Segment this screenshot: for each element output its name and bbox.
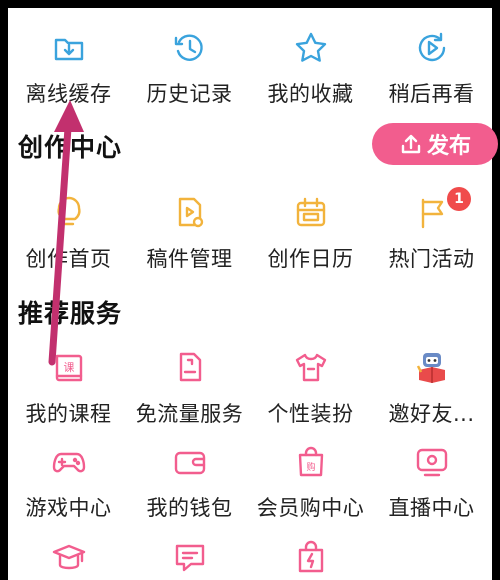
publish-label: 发布 bbox=[426, 134, 471, 159]
svg-text:购: 购 bbox=[306, 461, 315, 473]
manuscript-icon bbox=[170, 193, 210, 233]
invite-friends-item[interactable]: 邀好友... bbox=[371, 348, 492, 428]
personal-theme-label: 个性装扮 bbox=[267, 402, 354, 426]
history-label: 历史记录 bbox=[146, 82, 233, 106]
notification-badge: 1 bbox=[447, 187, 471, 211]
my-wallet-label: 我的钱包 bbox=[146, 496, 233, 520]
publish-button[interactable]: 发布 bbox=[372, 123, 498, 165]
history-clock-icon bbox=[170, 28, 210, 68]
watch-later-label: 稍后再看 bbox=[388, 82, 475, 106]
services-row-2: 游戏中心 我的钱包 购 会员购中心 直播中心 bbox=[8, 442, 492, 522]
device-frame-top bbox=[0, 0, 500, 8]
service-item-11[interactable] bbox=[250, 538, 371, 578]
favorites-label: 我的收藏 bbox=[267, 82, 354, 106]
hot-events-label: 热门活动 bbox=[388, 247, 475, 271]
live-center-item[interactable]: 直播中心 bbox=[371, 442, 492, 522]
upload-icon bbox=[401, 134, 421, 154]
watch-later-icon bbox=[412, 28, 452, 68]
creation-center-title: 创作中心 bbox=[18, 133, 123, 162]
chat-bubble-icon bbox=[170, 538, 210, 578]
offline-cache-label: 离线缓存 bbox=[25, 82, 112, 106]
tv-icon bbox=[412, 442, 452, 482]
live-center-label: 直播中心 bbox=[388, 496, 475, 520]
game-center-label: 游戏中心 bbox=[25, 496, 112, 520]
services-row-1: 课 我的课程 免流量服务 个性装扮 邀好友... bbox=[8, 348, 492, 428]
game-center-item[interactable]: 游戏中心 bbox=[8, 442, 129, 522]
creation-calendar-label: 创作日历 bbox=[267, 247, 354, 271]
gamepad-icon bbox=[49, 442, 89, 482]
offline-cache-item[interactable]: 离线缓存 bbox=[8, 28, 129, 108]
member-shop-item[interactable]: 购 会员购中心 bbox=[250, 442, 371, 522]
tshirt-icon bbox=[291, 348, 331, 388]
invite-friends-label: 邀好友... bbox=[388, 402, 475, 426]
recommended-services-title: 推荐服务 bbox=[18, 299, 123, 328]
lightbulb-icon bbox=[49, 193, 89, 233]
favorites-item[interactable]: 我的收藏 bbox=[250, 28, 371, 108]
flash-bag-icon bbox=[291, 538, 331, 578]
my-wallet-item[interactable]: 我的钱包 bbox=[129, 442, 250, 522]
svg-text:课: 课 bbox=[63, 361, 74, 374]
watch-later-item[interactable]: 稍后再看 bbox=[371, 28, 492, 108]
download-folder-icon bbox=[49, 28, 89, 68]
member-shop-label: 会员购中心 bbox=[256, 496, 365, 520]
sim-card-icon bbox=[170, 348, 210, 388]
manuscript-management-item[interactable]: 稿件管理 bbox=[129, 193, 250, 273]
device-frame-right bbox=[492, 0, 500, 580]
creation-home-item[interactable]: 创作首页 bbox=[8, 193, 129, 273]
device-frame-left bbox=[0, 0, 8, 580]
app-screen: 离线缓存 历史记录 我的收藏 稍后再看 创作中心 发布 创作首页 稿件管理 创作… bbox=[0, 0, 500, 580]
mascot-icon bbox=[412, 348, 452, 388]
graduation-cap-icon bbox=[49, 538, 89, 578]
quick-actions-row: 离线缓存 历史记录 我的收藏 稍后再看 bbox=[8, 28, 492, 108]
creation-calendar-item[interactable]: 创作日历 bbox=[250, 193, 371, 273]
hot-events-item[interactable]: 1 热门活动 bbox=[371, 187, 492, 273]
free-data-service-item[interactable]: 免流量服务 bbox=[129, 348, 250, 428]
my-courses-label: 我的课程 bbox=[25, 402, 112, 426]
history-item[interactable]: 历史记录 bbox=[129, 28, 250, 108]
creation-home-label: 创作首页 bbox=[25, 247, 112, 271]
manuscript-management-label: 稿件管理 bbox=[146, 247, 233, 271]
course-book-icon: 课 bbox=[49, 348, 89, 388]
personal-theme-item[interactable]: 个性装扮 bbox=[250, 348, 371, 428]
shopping-bag-icon: 购 bbox=[291, 442, 331, 482]
services-row-3 bbox=[8, 538, 492, 578]
service-item-9[interactable] bbox=[8, 538, 129, 578]
calendar-icon bbox=[291, 193, 331, 233]
free-data-service-label: 免流量服务 bbox=[135, 402, 244, 426]
service-item-10[interactable] bbox=[129, 538, 250, 578]
flag-icon bbox=[412, 193, 452, 233]
my-courses-item[interactable]: 课 我的课程 bbox=[8, 348, 129, 428]
wallet-icon bbox=[170, 442, 210, 482]
creation-row: 创作首页 稿件管理 创作日历 1 热门活动 bbox=[8, 187, 492, 273]
star-icon bbox=[291, 28, 331, 68]
